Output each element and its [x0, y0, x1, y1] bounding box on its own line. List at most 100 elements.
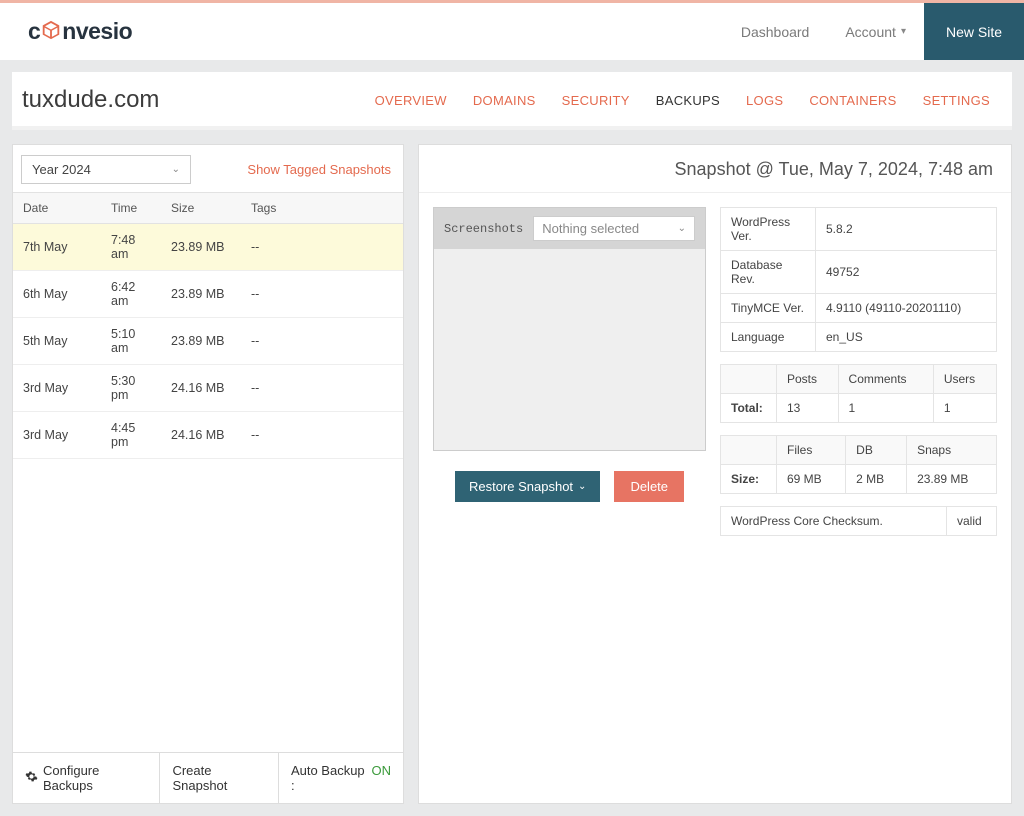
- right-body: Screenshots Nothing selected ⌄ Restore S…: [419, 193, 1011, 550]
- lang-value: en_US: [816, 323, 997, 352]
- tab-overview[interactable]: OVERVIEW: [375, 93, 447, 108]
- auto-backup-label: Auto Backup :: [291, 763, 368, 793]
- site-title: tuxdude.com: [22, 86, 159, 114]
- logo-text-suffix: nvesio: [62, 18, 132, 45]
- cell-tags: --: [241, 224, 403, 271]
- cell-date: 3rd May: [13, 365, 101, 412]
- header-size: Size: [161, 193, 241, 224]
- tab-logs[interactable]: LOGS: [746, 93, 783, 108]
- delete-button[interactable]: Delete: [614, 471, 684, 502]
- cube-icon: [40, 19, 62, 44]
- year-select-value: Year 2024: [32, 162, 91, 177]
- left-top: Year 2024 ⌄ Show Tagged Snapshots: [13, 145, 403, 192]
- nav-dashboard[interactable]: Dashboard: [723, 24, 828, 40]
- show-tagged-link[interactable]: Show Tagged Snapshots: [247, 162, 391, 177]
- checksum-value: valid: [947, 507, 997, 536]
- action-row: Restore Snapshot ⌄ Delete: [433, 471, 706, 502]
- topbar-right: Dashboard Account ▾ New Site: [723, 3, 1024, 60]
- cell-size: 24.16 MB: [161, 365, 241, 412]
- wp-ver-label: WordPress Ver.: [721, 208, 816, 251]
- cell-size: 24.16 MB: [161, 412, 241, 459]
- table-row[interactable]: 3rd May 5:30 pm 24.16 MB --: [13, 365, 403, 412]
- main: Year 2024 ⌄ Show Tagged Snapshots Date T…: [0, 130, 1024, 816]
- db-rev-label: Database Rev.: [721, 251, 816, 294]
- posts-header: Posts: [777, 365, 839, 394]
- total-label: Total:: [721, 394, 777, 423]
- header-tags: Tags: [241, 193, 403, 224]
- account-label: Account: [845, 24, 896, 40]
- gear-icon: [25, 770, 38, 786]
- chevron-down-icon: ⌄: [678, 223, 686, 234]
- lang-label: Language: [721, 323, 816, 352]
- snaps-value: 23.89 MB: [907, 465, 997, 494]
- empty-header: [721, 365, 777, 394]
- info-column: WordPress Ver.5.8.2 Database Rev.49752 T…: [720, 207, 997, 536]
- logo[interactable]: c nvesio: [28, 18, 132, 45]
- year-select[interactable]: Year 2024 ⌄: [21, 155, 191, 184]
- table-row[interactable]: 3rd May 4:45 pm 24.16 MB --: [13, 412, 403, 459]
- snapshot-title: Snapshot @ Tue, May 7, 2024, 7:48 am: [419, 145, 1011, 193]
- cell-date: 3rd May: [13, 412, 101, 459]
- configure-backups-button[interactable]: Configure Backups: [13, 753, 160, 803]
- auto-backup-status: Auto Backup : ON: [279, 753, 403, 803]
- meta-table: WordPress Ver.5.8.2 Database Rev.49752 T…: [720, 207, 997, 352]
- chevron-down-icon: ⌄: [172, 164, 180, 175]
- chevron-double-down-icon: ⌄: [578, 481, 586, 492]
- cell-time: 7:48 am: [101, 224, 161, 271]
- cell-size: 23.89 MB: [161, 271, 241, 318]
- tabs: OVERVIEW DOMAINS SECURITY BACKUPS LOGS C…: [375, 93, 990, 108]
- chevron-down-icon: ▾: [901, 26, 906, 37]
- tab-settings[interactable]: SETTINGS: [923, 93, 990, 108]
- comments-header: Comments: [838, 365, 933, 394]
- wp-ver-value: 5.8.2: [816, 208, 997, 251]
- screenshots-placeholder: Nothing selected: [542, 221, 639, 236]
- stats-table: Posts Comments Users Total: 13 1 1: [720, 364, 997, 423]
- restore-label: Restore Snapshot: [469, 479, 573, 494]
- tab-security[interactable]: SECURITY: [562, 93, 630, 108]
- snapshot-detail-panel: Snapshot @ Tue, May 7, 2024, 7:48 am Scr…: [418, 144, 1012, 804]
- screenshots-label: Screenshots: [444, 222, 523, 236]
- logo-text-prefix: c: [28, 18, 40, 45]
- table-row[interactable]: 5th May 5:10 am 23.89 MB --: [13, 318, 403, 365]
- sizes-table: Files DB Snaps Size: 69 MB 2 MB 23.89 MB: [720, 435, 997, 494]
- restore-snapshot-button[interactable]: Restore Snapshot ⌄: [455, 471, 600, 502]
- left-footer: Configure Backups Create Snapshot Auto B…: [13, 752, 403, 803]
- files-header: Files: [777, 436, 846, 465]
- cell-time: 5:30 pm: [101, 365, 161, 412]
- cell-date: 6th May: [13, 271, 101, 318]
- cell-time: 5:10 am: [101, 318, 161, 365]
- size-label: Size:: [721, 465, 777, 494]
- db-header: DB: [846, 436, 907, 465]
- screenshots-box: Screenshots Nothing selected ⌄: [433, 207, 706, 451]
- tab-domains[interactable]: DOMAINS: [473, 93, 536, 108]
- checksum-table: WordPress Core Checksum. valid: [720, 506, 997, 536]
- users-header: Users: [933, 365, 996, 394]
- cell-tags: --: [241, 412, 403, 459]
- cell-tags: --: [241, 271, 403, 318]
- create-snapshot-button[interactable]: Create Snapshot: [160, 753, 278, 803]
- subheader: tuxdude.com OVERVIEW DOMAINS SECURITY BA…: [12, 72, 1012, 130]
- cell-date: 5th May: [13, 318, 101, 365]
- snaps-header: Snaps: [907, 436, 997, 465]
- cell-time: 4:45 pm: [101, 412, 161, 459]
- tiny-value: 4.9110 (49110-20201110): [816, 294, 997, 323]
- snapshot-table: Date Time Size Tags 7th May 7:48 am 23.8…: [13, 192, 403, 459]
- configure-label: Configure Backups: [43, 763, 147, 793]
- tab-backups[interactable]: BACKUPS: [656, 93, 720, 108]
- comments-value: 1: [838, 394, 933, 423]
- nav-account[interactable]: Account ▾: [827, 24, 924, 40]
- cell-size: 23.89 MB: [161, 224, 241, 271]
- table-row[interactable]: 6th May 6:42 am 23.89 MB --: [13, 271, 403, 318]
- screenshots-header: Screenshots Nothing selected ⌄: [434, 208, 705, 249]
- users-value: 1: [933, 394, 996, 423]
- tiny-label: TinyMCE Ver.: [721, 294, 816, 323]
- new-site-button[interactable]: New Site: [924, 3, 1024, 60]
- screenshots-select[interactable]: Nothing selected ⌄: [533, 216, 695, 241]
- header-date: Date: [13, 193, 101, 224]
- files-value: 69 MB: [777, 465, 846, 494]
- table-row[interactable]: 7th May 7:48 am 23.89 MB --: [13, 224, 403, 271]
- tab-containers[interactable]: CONTAINERS: [809, 93, 896, 108]
- checksum-label: WordPress Core Checksum.: [721, 507, 947, 536]
- db-value: 2 MB: [846, 465, 907, 494]
- topbar: c nvesio Dashboard Account ▾ New Site: [0, 0, 1024, 60]
